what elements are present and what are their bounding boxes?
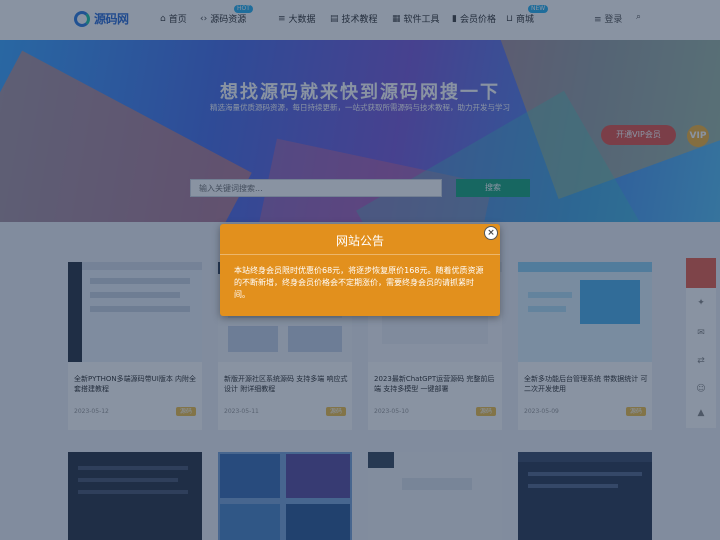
modal-divider bbox=[220, 254, 500, 255]
modal-title: 网站公告 bbox=[335, 234, 384, 248]
announcement-modal: 网站公告 本站终身会员限时优惠价68元，将逐步恢复原价168元。随着优质资源的不… bbox=[220, 224, 500, 316]
close-icon[interactable]: × bbox=[484, 226, 498, 240]
modal-body: 本站终身会员限时优惠价68元，将逐步恢复原价168元。随着优质资源的不断新增，终… bbox=[234, 266, 484, 299]
